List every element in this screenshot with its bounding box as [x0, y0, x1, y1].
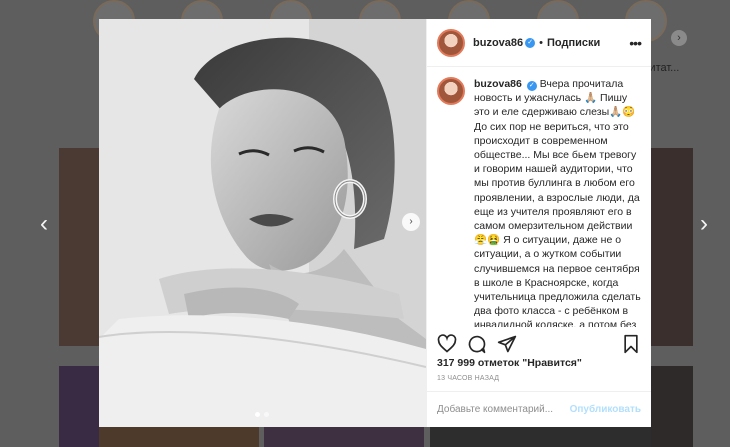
bg-post-tile [99, 427, 259, 447]
prev-post-arrow-icon[interactable]: ‹ [40, 212, 48, 236]
bg-post-tile [59, 366, 99, 447]
post-photo[interactable]: › [99, 19, 426, 427]
verified-badge-icon: ✓ [526, 81, 537, 91]
likes-count[interactable]: 317 999 отметок "Нравится" [437, 357, 582, 369]
bg-post-tile [651, 148, 693, 346]
pagination-dot-active [255, 412, 260, 417]
bookmark-icon[interactable] [621, 334, 641, 354]
bg-post-tile [264, 427, 424, 447]
author-username[interactable]: buzova86 [473, 37, 523, 49]
post-header: buzova86 ✓ • Подписки ••• [427, 19, 651, 67]
following-button[interactable]: Подписки [547, 37, 600, 49]
post-timestamp[interactable]: 13 ЧАСОВ НАЗАД [437, 375, 499, 382]
verified-badge-icon: ✓ [525, 37, 536, 48]
caption-avatar[interactable] [437, 77, 465, 105]
ellipsis-icon[interactable]: ••• [629, 35, 642, 51]
publish-button[interactable]: Опубликовать [570, 404, 641, 415]
share-icon[interactable] [497, 334, 517, 354]
author-avatar[interactable] [437, 28, 465, 57]
pagination-dot [264, 412, 269, 417]
photo-pagination [255, 412, 269, 417]
photo-next-button[interactable]: › [402, 213, 420, 231]
post-caption: buzova86 ✓ Вчера прочитала новость и ужа… [474, 77, 641, 327]
caption-username[interactable]: buzova86 [474, 78, 522, 90]
heart-icon[interactable] [437, 334, 457, 354]
next-post-arrow-icon[interactable]: › [700, 212, 708, 236]
comment-icon[interactable] [467, 334, 487, 354]
post-modal: › buzova86 ✓ • Подписки ••• buzova86 ✓ В… [99, 19, 651, 427]
bg-post-tile [59, 148, 99, 346]
caption-text: Вчера прочитала новость и ужаснулась 🙏🏼 … [474, 78, 641, 327]
caption-area: buzova86 ✓ Вчера прочитала новость и ужа… [437, 77, 641, 327]
action-bar [437, 332, 641, 356]
portrait-illustration [99, 19, 426, 427]
comment-input[interactable]: Добавьте комментарий... [437, 404, 553, 415]
post-sidebar: buzova86 ✓ • Подписки ••• buzova86 ✓ Вче… [426, 19, 651, 427]
bg-post-tile [430, 427, 651, 447]
header-separator: • [539, 36, 543, 49]
add-comment-bar: Добавьте комментарий... Опубликовать [427, 391, 651, 427]
bg-stories-next-icon[interactable]: › [671, 30, 687, 46]
bg-post-tile [651, 366, 693, 447]
